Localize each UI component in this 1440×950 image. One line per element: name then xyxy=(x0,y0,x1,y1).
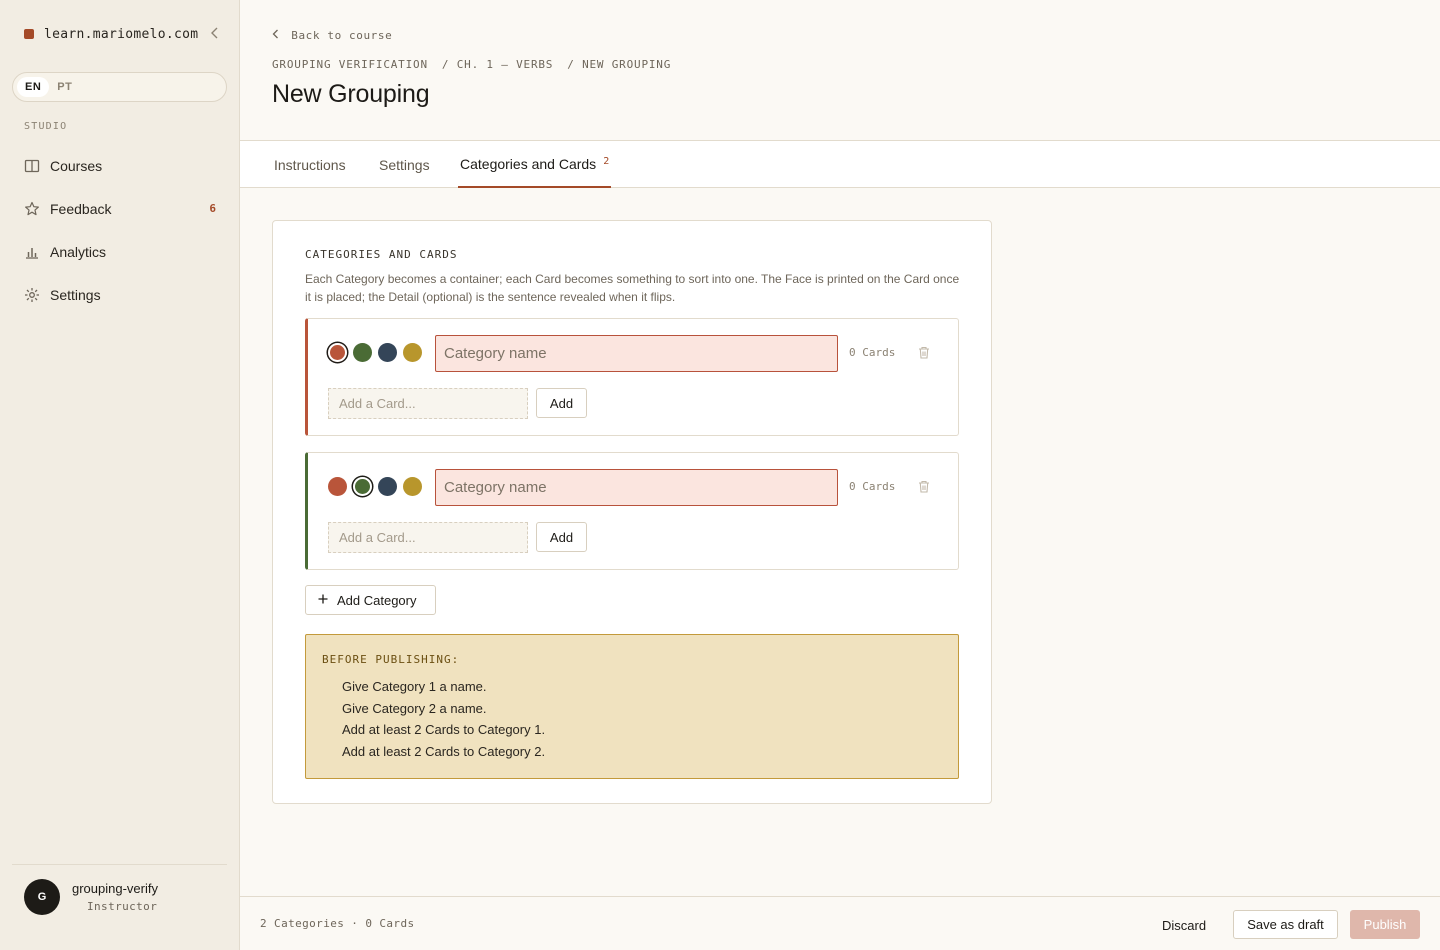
sidebar-item-label: Settings xyxy=(50,286,101,303)
lang-pt-button[interactable]: PT xyxy=(49,77,80,97)
publish-requirements-alert: BEFORE PUBLISHING: Give Category 1 a nam… xyxy=(305,634,959,779)
sidebar-item-analytics[interactable]: Analytics xyxy=(12,230,228,273)
sidebar-item-courses[interactable]: Courses xyxy=(12,144,228,187)
star-icon xyxy=(24,201,40,217)
sidebar: learn.mariomelo.com EN PT STUDIO Courses… xyxy=(0,0,240,950)
color-picker xyxy=(328,477,422,496)
panel-description: Each Category becomes a container; each … xyxy=(305,272,960,304)
save-draft-button[interactable]: Save as draft xyxy=(1233,910,1338,939)
alert-title: BEFORE PUBLISHING: xyxy=(322,653,460,666)
breadcrumb-item[interactable]: GROUPING VERIFICATION xyxy=(272,58,428,71)
trash-icon[interactable] xyxy=(915,343,933,361)
user-profile[interactable]: G grouping-verify Instructor xyxy=(12,864,227,915)
tab-label: Categories and Cards xyxy=(460,155,597,172)
category-name-input[interactable] xyxy=(435,469,838,506)
list-item: Add at least 2 Cards to Category 2. xyxy=(342,743,546,759)
footer-bar: 2 Categories · 0 Cards Discard Save as d… xyxy=(240,896,1440,950)
brand-name: learn.mariomelo.com xyxy=(44,26,199,42)
add-card-button[interactable]: Add xyxy=(536,388,587,418)
tab-label: Instructions xyxy=(274,156,346,173)
feedback-count-badge: 6 xyxy=(209,202,216,215)
color-swatch-green[interactable] xyxy=(353,477,372,496)
list-item: Add at least 2 Cards to Category 1. xyxy=(342,722,546,737)
sidebar-item-feedback[interactable]: Feedback 6 xyxy=(12,187,228,230)
tab-instructions[interactable]: Instructions xyxy=(274,141,346,188)
panel-title: CATEGORIES AND CARDS xyxy=(305,248,458,261)
category-card-count: 0 Cards xyxy=(849,346,896,359)
breadcrumb-item[interactable]: / CH. 1 — VERBS xyxy=(442,58,553,71)
add-category-button[interactable]: Add Category xyxy=(305,585,436,615)
category-card: 0 Cards Add xyxy=(305,318,959,436)
lang-en-button[interactable]: EN xyxy=(17,77,50,97)
color-swatch-green[interactable] xyxy=(353,343,372,362)
avatar: G xyxy=(24,879,60,915)
page-title: New Grouping xyxy=(272,80,430,108)
categories-panel: CATEGORIES AND CARDS Each Category becom… xyxy=(272,220,992,804)
breadcrumb-item: / NEW GROUPING xyxy=(567,58,672,71)
category-name-input[interactable] xyxy=(435,335,838,372)
requirements-list: Give Category 1 a name. Give Category 2 … xyxy=(342,676,545,762)
back-link[interactable]: Back to course xyxy=(272,29,392,42)
user-role: Instructor xyxy=(87,900,158,913)
tab-bar: Instructions Settings Categories and Car… xyxy=(240,141,1440,188)
sidebar-item-label: Analytics xyxy=(50,243,107,260)
brand-logo-icon xyxy=(24,29,34,39)
section-label-studio: STUDIO xyxy=(24,121,68,132)
user-name: grouping-verify xyxy=(72,881,158,896)
bar-chart-icon xyxy=(24,244,40,260)
color-picker xyxy=(328,343,422,362)
back-link-label: Back to course xyxy=(291,29,393,42)
category-card: 0 Cards Add xyxy=(305,452,959,570)
plus-icon xyxy=(318,592,328,608)
sidebar-nav: Courses Feedback 6 Analytics Settings xyxy=(12,144,228,316)
sidebar-item-settings[interactable]: Settings xyxy=(12,273,228,316)
color-swatch-navy[interactable] xyxy=(378,477,397,496)
tab-count-badge: 2 xyxy=(603,156,610,167)
gear-icon xyxy=(24,287,40,303)
page-header: Back to course GROUPING VERIFICATION / C… xyxy=(240,0,1440,141)
list-item: Give Category 1 a name. xyxy=(342,679,487,694)
chevron-left-icon[interactable] xyxy=(210,26,220,42)
brand: learn.mariomelo.com xyxy=(24,26,220,42)
tab-settings[interactable]: Settings xyxy=(379,141,430,188)
category-card-count: 0 Cards xyxy=(849,480,896,493)
color-swatch-navy[interactable] xyxy=(378,343,397,362)
book-icon xyxy=(24,158,40,174)
color-swatch-mustard[interactable] xyxy=(403,477,422,496)
discard-button[interactable]: Discard xyxy=(1150,911,1218,939)
color-swatch-rust[interactable] xyxy=(328,477,347,496)
chevron-left-icon xyxy=(272,29,287,42)
publish-button[interactable]: Publish xyxy=(1350,910,1420,939)
add-category-label: Add Category xyxy=(337,592,417,608)
add-card-input[interactable] xyxy=(328,388,528,419)
color-swatch-rust[interactable] xyxy=(328,343,347,362)
tab-categories-and-cards[interactable]: Categories and Cards 2 xyxy=(458,141,612,188)
tab-label: Settings xyxy=(379,156,430,173)
language-switch: EN PT xyxy=(12,72,227,102)
add-card-input[interactable] xyxy=(328,522,528,553)
color-swatch-mustard[interactable] xyxy=(403,343,422,362)
content-summary: 2 Categories · 0 Cards xyxy=(260,917,415,930)
add-card-button[interactable]: Add xyxy=(536,522,587,552)
list-item: Give Category 2 a name. xyxy=(342,700,487,716)
sidebar-item-label: Feedback xyxy=(50,200,112,217)
sidebar-item-label: Courses xyxy=(50,157,103,174)
breadcrumb: GROUPING VERIFICATION / CH. 1 — VERBS / … xyxy=(272,58,671,71)
trash-icon[interactable] xyxy=(915,477,933,495)
user-info: grouping-verify Instructor xyxy=(72,879,158,913)
